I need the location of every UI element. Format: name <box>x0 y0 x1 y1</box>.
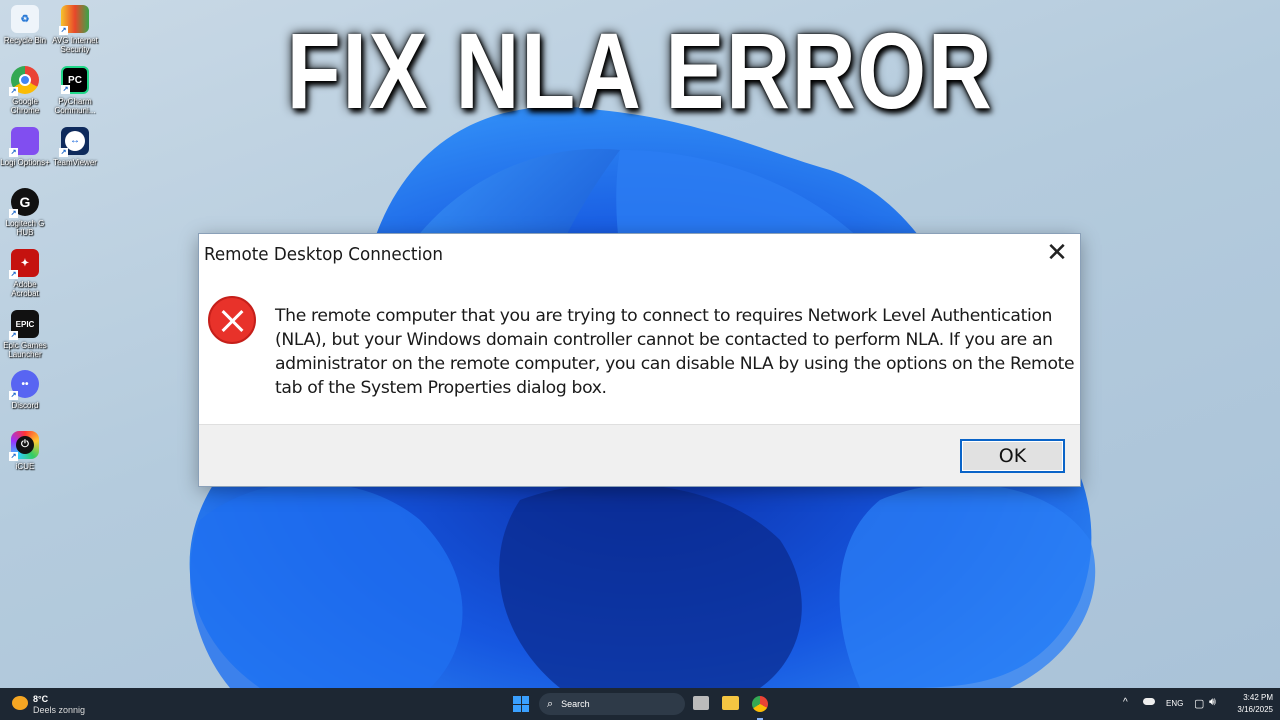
search-icon: ⌕ <box>547 697 554 710</box>
pycharm-icon: PC <box>61 66 89 94</box>
avg-icon <box>59 5 89 35</box>
start-button[interactable] <box>513 696 529 712</box>
desktop-icon-avg[interactable]: AVG Internet Security <box>50 5 100 54</box>
taskbar: 8°C Deels zonnig ⌕ Search ^ ENG ▢ 🔊︎ 3:42… <box>0 688 1280 720</box>
language-indicator[interactable]: ENG <box>1166 699 1183 708</box>
weather-icon <box>12 696 28 710</box>
epic-games-icon: EPIC <box>9 310 39 340</box>
adobe-acrobat-icon: ✦ <box>9 249 39 279</box>
volume-icon[interactable]: 🔊︎ <box>1209 696 1216 709</box>
network-icon[interactable]: ▢ <box>1194 697 1204 710</box>
desktop-icon-icue[interactable]: ⏻iCUE <box>0 431 50 471</box>
error-message: The remote computer that you are trying … <box>275 306 1075 398</box>
weather-temp[interactable]: 8°C <box>33 694 48 704</box>
dialog-footer: OK <box>199 424 1080 486</box>
desktop-icon-pycharm[interactable]: PCPyCharm Communi... <box>50 66 100 115</box>
chrome-taskbar-icon[interactable] <box>752 696 768 712</box>
search-box[interactable]: ⌕ Search <box>539 693 685 715</box>
file-explorer-icon[interactable] <box>722 696 739 710</box>
desktop-icon-chrome[interactable]: Google Chrome <box>0 66 50 115</box>
desktop-icon-epic-games[interactable]: EPICEpic Games Launcher <box>0 310 50 359</box>
chevron-up-icon[interactable]: ^ <box>1123 697 1128 708</box>
weather-text[interactable]: Deels zonnig <box>33 705 85 715</box>
headline-title: FIX NLA ERROR <box>286 10 994 131</box>
desktop-icon-adobe-acrobat[interactable]: ✦Adobe Acrobat <box>0 249 50 298</box>
task-view-icon[interactable] <box>693 696 709 710</box>
icue-icon: ⏻ <box>9 431 39 461</box>
close-button[interactable]: ✕ <box>1042 239 1072 266</box>
recycle-bin-icon: ♻ <box>11 5 39 33</box>
onedrive-icon[interactable] <box>1143 698 1155 705</box>
chrome-icon <box>9 66 39 96</box>
teamviewer-icon: ↔ <box>59 127 89 157</box>
ok-button[interactable]: OK <box>960 439 1065 473</box>
remote-desktop-error-dialog: Remote Desktop Connection ✕ The remote c… <box>199 234 1080 486</box>
logi-options-icon <box>9 127 39 157</box>
clock-time[interactable]: 3:42 PM <box>1233 693 1273 702</box>
desktop-icon-teamviewer[interactable]: ↔TeamViewer <box>50 127 100 167</box>
dialog-title: Remote Desktop Connection <box>204 244 443 265</box>
desktop-icon-discord[interactable]: ••Discord <box>0 370 50 410</box>
desktop-icon-recycle-bin[interactable]: ♻ Recycle Bin <box>0 5 50 45</box>
clock-date[interactable]: 3/16/2025 <box>1223 705 1273 714</box>
desktop-icon-logitech-g-hub[interactable]: GLogitech G HUB <box>0 188 50 237</box>
error-icon <box>208 296 256 344</box>
logitech-g-hub-icon: G <box>9 188 39 218</box>
desktop-icon-logi-options[interactable]: Logi Options+ <box>0 127 50 167</box>
discord-icon: •• <box>9 370 39 400</box>
